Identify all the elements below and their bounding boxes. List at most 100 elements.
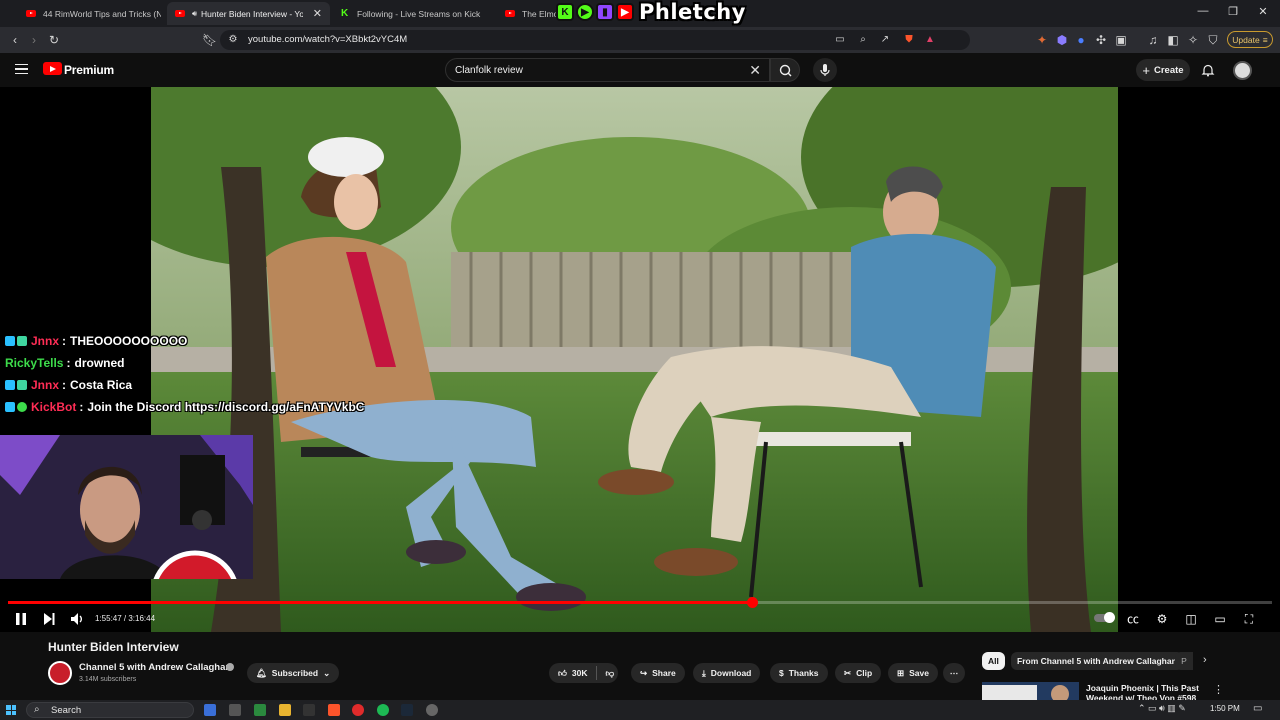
more-vertical-icon[interactable]: ⋮: [1213, 683, 1224, 696]
save-button[interactable]: ⊞ Save: [888, 663, 938, 683]
cast-icon[interactable]: ▭: [833, 33, 847, 47]
obs-icon[interactable]: [352, 704, 364, 716]
youtube-icon: [505, 10, 515, 17]
brave-rewards-icon[interactable]: ▲: [923, 33, 937, 47]
site-settings-icon[interactable]: ⚙︎: [226, 33, 240, 47]
chat-badges: [5, 336, 27, 346]
channel-name[interactable]: Channel 5 with Andrew Callaghan: [79, 662, 231, 673]
fullscreen-icon[interactable]: ⛶: [1241, 611, 1257, 627]
extension-icon[interactable]: ⬢: [1055, 33, 1069, 47]
brave-shield-icon[interactable]: ⛊: [902, 33, 916, 47]
more-actions-button[interactable]: ⋯: [943, 663, 965, 683]
thumbs-down-icon[interactable]: 👎︎: [605, 668, 614, 679]
next-video-icon[interactable]: [41, 611, 57, 627]
captions-icon[interactable]: ㏄: [1125, 611, 1141, 627]
settings-gear-icon[interactable]: ⚙︎: [1154, 611, 1170, 627]
update-button[interactable]: Update ≡: [1227, 31, 1273, 48]
app-icon[interactable]: [254, 704, 266, 716]
search-input[interactable]: Clanfolk review ✕: [445, 58, 770, 82]
zoom-icon[interactable]: ⌕: [856, 33, 870, 47]
kick-icon: K: [556, 3, 574, 21]
restore-icon[interactable]: ❐: [1223, 5, 1243, 18]
menu-icon: ≡: [1262, 34, 1268, 45]
extension-icon[interactable]: ●: [1074, 33, 1088, 47]
browser-tab[interactable]: 44 RimWorld Tips and Tricks (No Ha: [18, 2, 161, 25]
system-tray-icons[interactable]: ⌃ ▭ 🔊︎ ▥ ✎: [1138, 703, 1186, 714]
thanks-button[interactable]: $ Thanks: [770, 663, 828, 683]
steam-icon[interactable]: [401, 704, 413, 716]
time-display: 1:55:47 / 3:16:44: [95, 614, 156, 623]
search-button[interactable]: [770, 58, 800, 82]
clear-search-icon[interactable]: ✕: [749, 62, 761, 79]
taskbar-clock[interactable]: 1:50 PM: [1210, 704, 1240, 713]
chat-username: Jnnx: [31, 378, 60, 392]
filter-chip-all[interactable]: All: [982, 652, 1005, 670]
reload-icon[interactable]: ↻: [47, 33, 61, 47]
media-control-icon[interactable]: ♫: [1146, 33, 1160, 47]
vpn-icon[interactable]: ⛉: [1206, 33, 1220, 47]
video-player[interactable]: Jnnx: THEOOOOOOOOOO RickyTells: drowned …: [0, 87, 1280, 632]
youtube-logo-icon[interactable]: [43, 62, 62, 75]
screenshot-icon[interactable]: ▣: [1114, 33, 1128, 47]
copilot-icon[interactable]: [204, 704, 216, 716]
miniplayer-icon[interactable]: ◫: [1183, 611, 1199, 627]
share-label: Share: [652, 668, 676, 678]
youtube-icon: [26, 10, 36, 17]
browser-tab[interactable]: K Following - Live Streams on Kick: [333, 2, 491, 25]
voice-search-button[interactable]: [813, 58, 837, 82]
filter-chip-partial[interactable]: P: [1175, 652, 1193, 670]
leo-ai-icon[interactable]: ✧: [1186, 33, 1200, 47]
stream-chat-overlay: Jnnx: THEOOOOOOOOOO RickyTells: drowned …: [5, 330, 385, 418]
channel-avatar[interactable]: [48, 661, 72, 685]
pause-icon[interactable]: [13, 611, 29, 627]
minimize-icon[interactable]: —: [1193, 5, 1213, 17]
taskbar-search[interactable]: ⌕ Search: [26, 702, 194, 718]
filter-chip-channel[interactable]: From Channel 5 with Andrew Callaghan: [1011, 652, 1183, 670]
browser-tab-active[interactable]: 🔊︎ Hunter Biden Interview - YouT ✕: [167, 2, 330, 25]
address-bar[interactable]: ⚙︎ youtube.com/watch?v=XBbkt2vYC4M ▭ ⌕ ↗…: [220, 30, 970, 50]
sidebar-icon[interactable]: ◧: [1166, 33, 1180, 47]
file-explorer-icon[interactable]: [279, 704, 291, 716]
close-window-icon[interactable]: ✕: [1253, 5, 1273, 18]
tab-label: 44 RimWorld Tips and Tricks (No Ha: [43, 8, 161, 19]
twitch-icon: ▮: [596, 3, 614, 21]
autoplay-toggle-icon[interactable]: [1093, 611, 1115, 627]
bookmark-icon[interactable]: 🔖︎: [202, 33, 217, 47]
extensions-puzzle-icon[interactable]: ✣: [1094, 33, 1108, 47]
extension-icon[interactable]: ✦: [1035, 33, 1049, 47]
app-icon[interactable]: [426, 704, 438, 716]
theater-mode-icon[interactable]: ▭: [1212, 611, 1228, 627]
browser-tab[interactable]: The Elmo S: [497, 2, 557, 25]
chat-text: drowned: [74, 356, 125, 370]
spotify-icon[interactable]: [377, 704, 389, 716]
create-button[interactable]: + Create: [1136, 59, 1190, 81]
windows-start-icon[interactable]: [6, 705, 16, 715]
like-button[interactable]: 👍︎ 30K 👎︎: [549, 663, 619, 683]
terminal-icon[interactable]: [303, 704, 315, 716]
recommended-video-thumbnail[interactable]: [982, 682, 1079, 700]
account-avatar[interactable]: [1233, 61, 1252, 80]
premium-label: Premium: [64, 63, 114, 77]
share-button[interactable]: ↪ Share: [631, 663, 685, 683]
tab-label: Hunter Biden Interview - YouT: [201, 8, 303, 19]
notification-icon[interactable]: ▭: [1253, 703, 1262, 714]
brave-browser-icon[interactable]: [328, 704, 340, 716]
webcam-image: [0, 435, 253, 579]
scissors-icon: ✂: [844, 667, 852, 678]
chevron-right-icon[interactable]: ›: [1203, 654, 1207, 666]
grid-badge-icon: [17, 336, 27, 346]
close-tab-icon[interactable]: ✕: [313, 7, 322, 20]
download-button[interactable]: ⤓ Download: [693, 663, 761, 683]
volume-icon[interactable]: [69, 611, 85, 627]
thumbs-up-icon: 👍︎: [558, 667, 567, 678]
share-page-icon[interactable]: ↗: [878, 33, 892, 47]
subscribed-button[interactable]: 🔔︎ Subscribed ⌄: [247, 663, 340, 683]
clip-button[interactable]: ✂ Clip: [835, 663, 882, 683]
notifications-bell-icon[interactable]: [1201, 63, 1215, 77]
task-view-icon[interactable]: [229, 704, 241, 716]
recommended-video-title[interactable]: Joaquin Phoenix | This Past Weekend w/ T…: [1086, 683, 1201, 700]
hamburger-menu-icon[interactable]: [15, 64, 28, 74]
forward-icon[interactable]: ›: [27, 33, 41, 47]
back-icon[interactable]: ‹: [8, 33, 22, 47]
video-progress-bar[interactable]: [8, 597, 1272, 608]
